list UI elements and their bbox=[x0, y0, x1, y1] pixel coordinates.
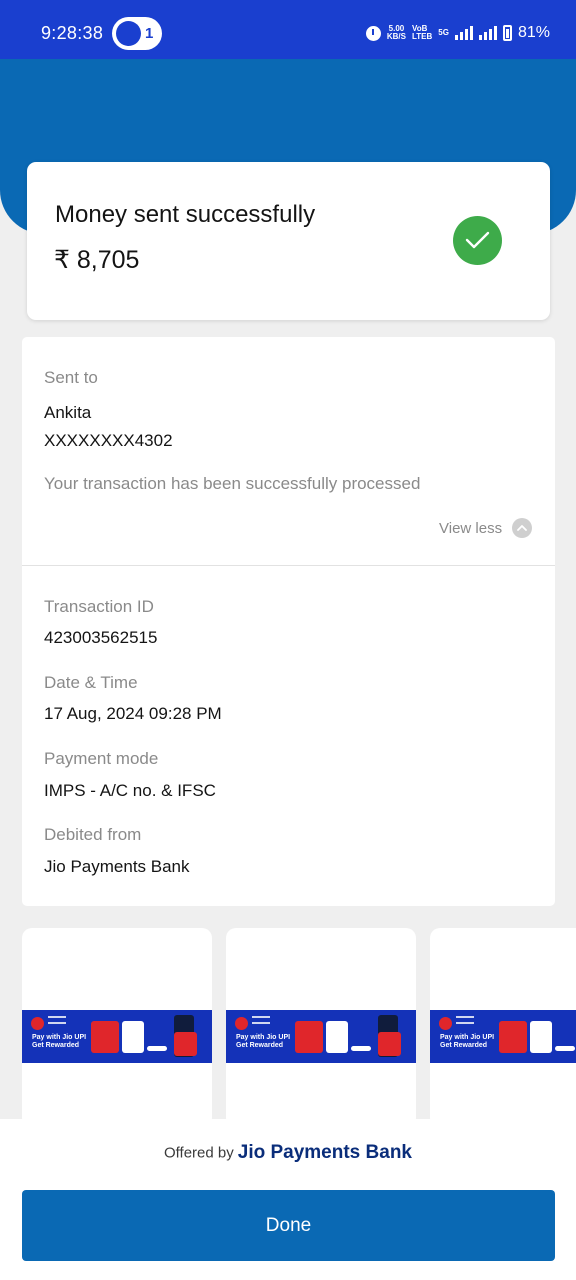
promo-cta-pill bbox=[147, 1046, 167, 1051]
zomato-offer-badge bbox=[91, 1021, 119, 1053]
date-time-label: Date & Time bbox=[44, 673, 138, 692]
transaction-id-value: 423003562515 bbox=[44, 628, 158, 647]
promo-banner: Pay with Jio UPI Get Rewarded bbox=[22, 1010, 212, 1063]
success-check-icon bbox=[453, 216, 502, 265]
view-less-toggle[interactable]: View less bbox=[439, 517, 533, 539]
promo-text: Pay with Jio UPI Get Rewarded bbox=[32, 1034, 86, 1050]
recipient-name: Ankita bbox=[44, 403, 92, 422]
ajio-offer-badge bbox=[326, 1021, 348, 1053]
volte-bottom: LTEB bbox=[412, 32, 433, 41]
recipient-account: XXXXXXXX4302 bbox=[44, 431, 173, 450]
zomato-offer-badge bbox=[295, 1021, 323, 1053]
offered-by-label: Offered by bbox=[163, 1144, 234, 1162]
amount-sent: ₹ 8,705 bbox=[54, 246, 140, 274]
network-speed-unit: KB/S bbox=[386, 32, 406, 41]
promo-card[interactable]: Pay with Jio UPI Get Rewarded bbox=[22, 928, 212, 1128]
promo-card[interactable]: Pay with Jio UPI Get Rewarded bbox=[226, 928, 416, 1128]
jio-logo-icon bbox=[439, 1017, 452, 1030]
debited-from-label: Debited from bbox=[44, 825, 142, 844]
debited-from-value: Jio Payments Bank bbox=[44, 857, 190, 876]
promo-card[interactable]: Pay with Jio UPI Get Rewarded bbox=[430, 928, 576, 1128]
promo-text-line1: Pay with Jio UPI bbox=[440, 1034, 495, 1041]
percent-tag-icon bbox=[378, 1032, 401, 1056]
signal-icon-1 bbox=[454, 26, 473, 40]
promo-text: Pay with Jio UPI Get Rewarded bbox=[440, 1034, 494, 1050]
promo-text-line1: Pay with Jio UPI bbox=[32, 1034, 87, 1041]
promo-text-line2: Get Rewarded bbox=[236, 1042, 284, 1049]
offered-by-bank: Jio Payments Bank bbox=[237, 1142, 412, 1163]
date-time-value: 17 Aug, 2024 09:28 PM bbox=[44, 704, 222, 723]
jio-logo-icon bbox=[31, 1017, 44, 1030]
battery-icon bbox=[502, 25, 512, 41]
promo-cta-pill bbox=[351, 1046, 371, 1051]
promo-banner: Pay with Jio UPI Get Rewarded bbox=[226, 1010, 416, 1063]
promo-text-line2: Get Rewarded bbox=[440, 1042, 488, 1049]
offered-by: Offered by Jio Payments Bank bbox=[0, 1142, 576, 1164]
bottom-sheet: Offered by Jio Payments Bank Done bbox=[0, 1119, 576, 1280]
bank-logo-icon bbox=[252, 1016, 270, 1024]
status-icons: 5.00 KB/S VoB LTEB 5G 81% bbox=[365, 22, 550, 44]
zomato-offer-badge bbox=[499, 1021, 527, 1053]
transaction-details-card: Sent to Ankita XXXXXXXX4302 Your transac… bbox=[22, 337, 555, 906]
ajio-offer-badge bbox=[530, 1021, 552, 1053]
status-bar: 9:28:38 1 5.00 KB/S VoB LTEB 5G 81% bbox=[0, 0, 576, 59]
view-less-label: View less bbox=[439, 519, 503, 537]
payment-mode-label: Payment mode bbox=[44, 749, 159, 768]
bank-logo-icon bbox=[456, 1016, 474, 1024]
success-title: Money sent successfully bbox=[55, 201, 316, 228]
status-time: 9:28:38 bbox=[41, 23, 104, 43]
promo-banner: Pay with Jio UPI Get Rewarded bbox=[430, 1010, 576, 1063]
divider bbox=[22, 565, 555, 566]
percent-tag-icon bbox=[174, 1032, 197, 1056]
promo-text-line1: Pay with Jio UPI bbox=[236, 1034, 291, 1041]
alarm-icon bbox=[365, 25, 381, 41]
success-card: Money sent successfully ₹ 8,705 bbox=[27, 162, 550, 320]
promo-text-line2: Get Rewarded bbox=[32, 1042, 80, 1049]
volte-indicator: VoB LTEB bbox=[412, 25, 432, 41]
done-button[interactable]: Done bbox=[22, 1190, 555, 1261]
promo-text: Pay with Jio UPI Get Rewarded bbox=[236, 1034, 290, 1050]
signal-icon-2 bbox=[478, 26, 497, 40]
network-type: 5G bbox=[438, 28, 449, 37]
sent-to-label: Sent to bbox=[44, 368, 98, 387]
hotspot-count: 1 bbox=[145, 25, 154, 42]
bank-logo-icon bbox=[48, 1016, 66, 1024]
transaction-id-label: Transaction ID bbox=[44, 597, 154, 616]
promo-cta-pill bbox=[555, 1046, 575, 1051]
payment-mode-value: IMPS - A/C no. & IFSC bbox=[44, 781, 216, 800]
transaction-status-note: Your transaction has been successfully p… bbox=[44, 474, 421, 493]
network-speed: 5.00 KB/S bbox=[387, 25, 406, 41]
battery-percent: 81% bbox=[517, 24, 550, 41]
ajio-offer-badge bbox=[122, 1021, 144, 1053]
hotspot-icon bbox=[116, 21, 141, 46]
jio-logo-icon bbox=[235, 1017, 248, 1030]
chevron-up-icon bbox=[512, 518, 533, 538]
hotspot-indicator: 1 bbox=[112, 17, 162, 50]
